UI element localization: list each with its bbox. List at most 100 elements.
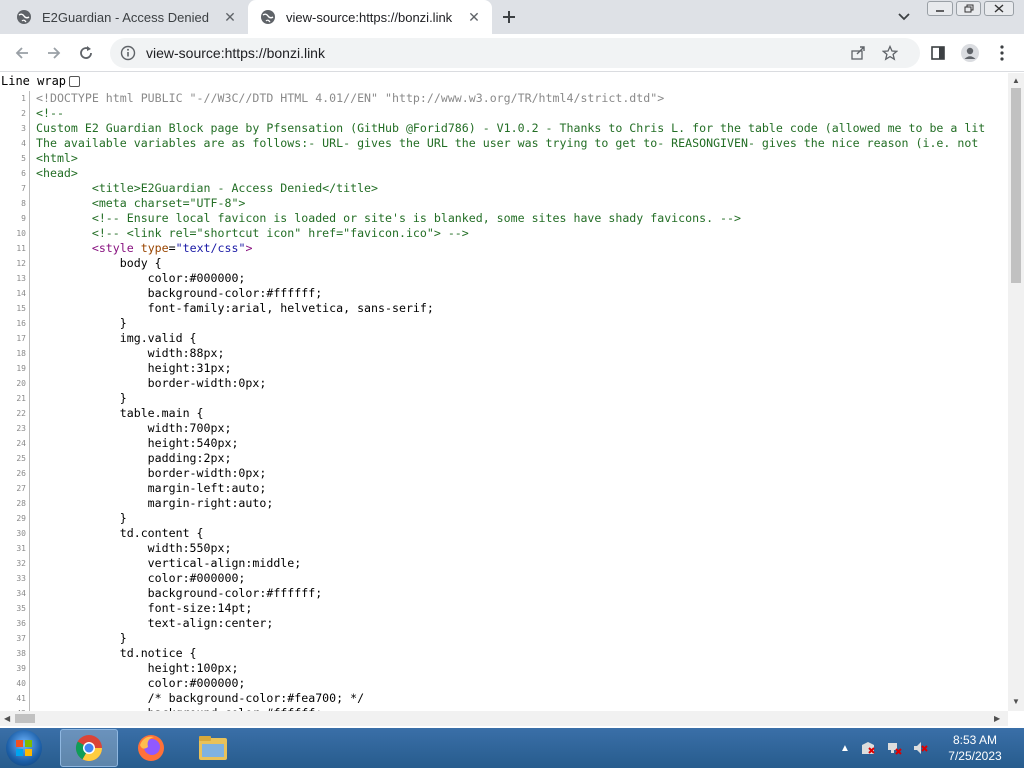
info-icon[interactable] [120,45,136,61]
avatar-icon [961,44,979,62]
horizontal-scrollbar[interactable]: ◀ ▶ [0,711,1008,726]
line-number: 37 [0,631,30,646]
line-wrap-label: Line wrap [1,74,67,88]
source-line: 5 <html> [0,151,1008,166]
scroll-right-arrow-icon[interactable]: ▶ [994,714,1000,723]
close-tab-icon[interactable]: ✕ [218,5,242,29]
system-clock[interactable]: 8:53 AM 7/25/2023 [940,732,1010,764]
line-number: 2 [0,106,30,121]
source-line: 35 font-size:14pt; [0,601,1008,616]
source-line-text: <title>E2Guardian - Access Denied</title… [36,181,379,195]
source-line: 2 <!-- [0,106,1008,121]
scroll-down-arrow-icon[interactable]: ▼ [1012,697,1020,706]
line-number: 8 [0,196,30,211]
network-icon[interactable] [886,740,902,756]
tab-e2guardian[interactable]: E2Guardian - Access Denied ✕ [0,0,248,34]
action-center-icon[interactable] [860,740,876,756]
source-line-text: img.valid { [36,331,197,345]
line-number: 13 [0,271,30,286]
address-bar[interactable]: view-source:https://bonzi.link [110,38,920,68]
line-number: 17 [0,331,30,346]
horizontal-scroll-thumb[interactable] [15,714,35,723]
line-number: 36 [0,616,30,631]
source-line-text: vertical-align:middle; [36,556,302,570]
source-line-text: width:550px; [36,541,232,555]
source-line: 7 <title>E2Guardian - Access Denied</tit… [0,181,1008,196]
reload-button[interactable] [72,39,100,67]
source-line: 22 table.main { [0,406,1008,421]
source-line-text: } [36,511,127,525]
profile-button[interactable] [956,39,984,67]
reload-icon [80,46,92,59]
source-line: 36 text-align:center; [0,616,1008,631]
line-number: 1 [0,91,30,106]
line-number: 33 [0,571,30,586]
source-line-text: height:100px; [36,661,239,675]
close-window-button[interactable] [984,1,1014,16]
source-line: 18 width:88px; [0,346,1008,361]
source-line: 29 } [0,511,1008,526]
vertical-scroll-thumb[interactable] [1011,88,1021,283]
tab-title: E2Guardian - Access Denied [42,9,209,25]
scroll-left-arrow-icon[interactable]: ◀ [4,714,10,723]
volume-muted-icon[interactable] [912,740,928,756]
line-number: 29 [0,511,30,526]
clock-date: 7/25/2023 [948,749,1002,763]
source-line-text: color:#000000; [36,676,246,690]
line-number: 40 [0,676,30,691]
line-number: 24 [0,436,30,451]
show-hidden-icons-icon[interactable]: ▲ [840,743,850,754]
source-line-text: body { [36,256,162,270]
chrome-icon [75,735,103,762]
source-line: 15 font-family:arial, helvetica, sans-se… [0,301,1008,316]
taskbar-firefox[interactable] [122,729,180,767]
line-wrap-checkbox[interactable] [69,75,81,87]
taskbar-explorer[interactable] [184,729,242,767]
source-line: 12 body { [0,256,1008,271]
new-tab-button[interactable] [497,5,521,29]
source-line-text: <head> [36,166,78,180]
tab-view-source[interactable]: view-source:https://bonzi.link ✕ [248,0,492,34]
source-code-view[interactable]: 1 <!DOCTYPE html PUBLIC "-//W3C//DTD HTML… [0,91,1008,711]
bookmark-star-icon[interactable] [882,38,898,68]
restore-icon [964,4,974,13]
source-line-text: } [36,391,127,405]
source-line-text: <html> [36,151,78,165]
scroll-up-arrow-icon[interactable]: ▲ [1012,76,1020,85]
line-number: 23 [0,421,30,436]
source-line: 40 color:#000000; [0,676,1008,691]
source-line-text: width:700px; [36,421,232,435]
globe-icon [16,9,32,25]
source-line: 11 <style type="text/css"> [0,241,1008,256]
vertical-scrollbar[interactable]: ▲ ▼ [1008,73,1024,711]
source-line-text: td.content { [36,526,204,540]
source-line-text: background-color:#ffffff; [36,586,323,600]
line-number: 26 [0,466,30,481]
share-icon[interactable] [850,38,866,68]
restore-button[interactable] [955,1,982,16]
source-line-text: table.main { [36,406,204,420]
start-button[interactable] [6,730,42,766]
line-number: 22 [0,406,30,421]
tab-search-button[interactable] [894,8,914,26]
line-number: 7 [0,181,30,196]
tab-title: view-source:https://bonzi.link [286,9,453,25]
source-line-text: text-align:center; [36,616,274,630]
side-panel-button[interactable] [924,39,952,67]
arrow-left-icon [15,47,28,59]
side-panel-icon [931,46,945,60]
back-button[interactable] [8,39,36,67]
source-line: 28 margin-right:auto; [0,496,1008,511]
source-line: 20 border-width:0px; [0,376,1008,391]
forward-button[interactable] [40,39,68,67]
clock-time: 8:53 AM [952,733,998,747]
line-number: 30 [0,526,30,541]
source-line-text: <!-- Ensure local favicon is loaded or s… [36,211,741,225]
close-tab-icon[interactable]: ✕ [462,5,486,29]
windows-taskbar: ▲ 8:53 AM 7/25/2023 [0,728,1024,768]
minimize-icon [935,9,944,12]
minimize-button[interactable] [927,1,953,16]
menu-button[interactable] [988,39,1016,67]
taskbar-chrome[interactable] [60,729,118,767]
source-line: 39 height:100px; [0,661,1008,676]
